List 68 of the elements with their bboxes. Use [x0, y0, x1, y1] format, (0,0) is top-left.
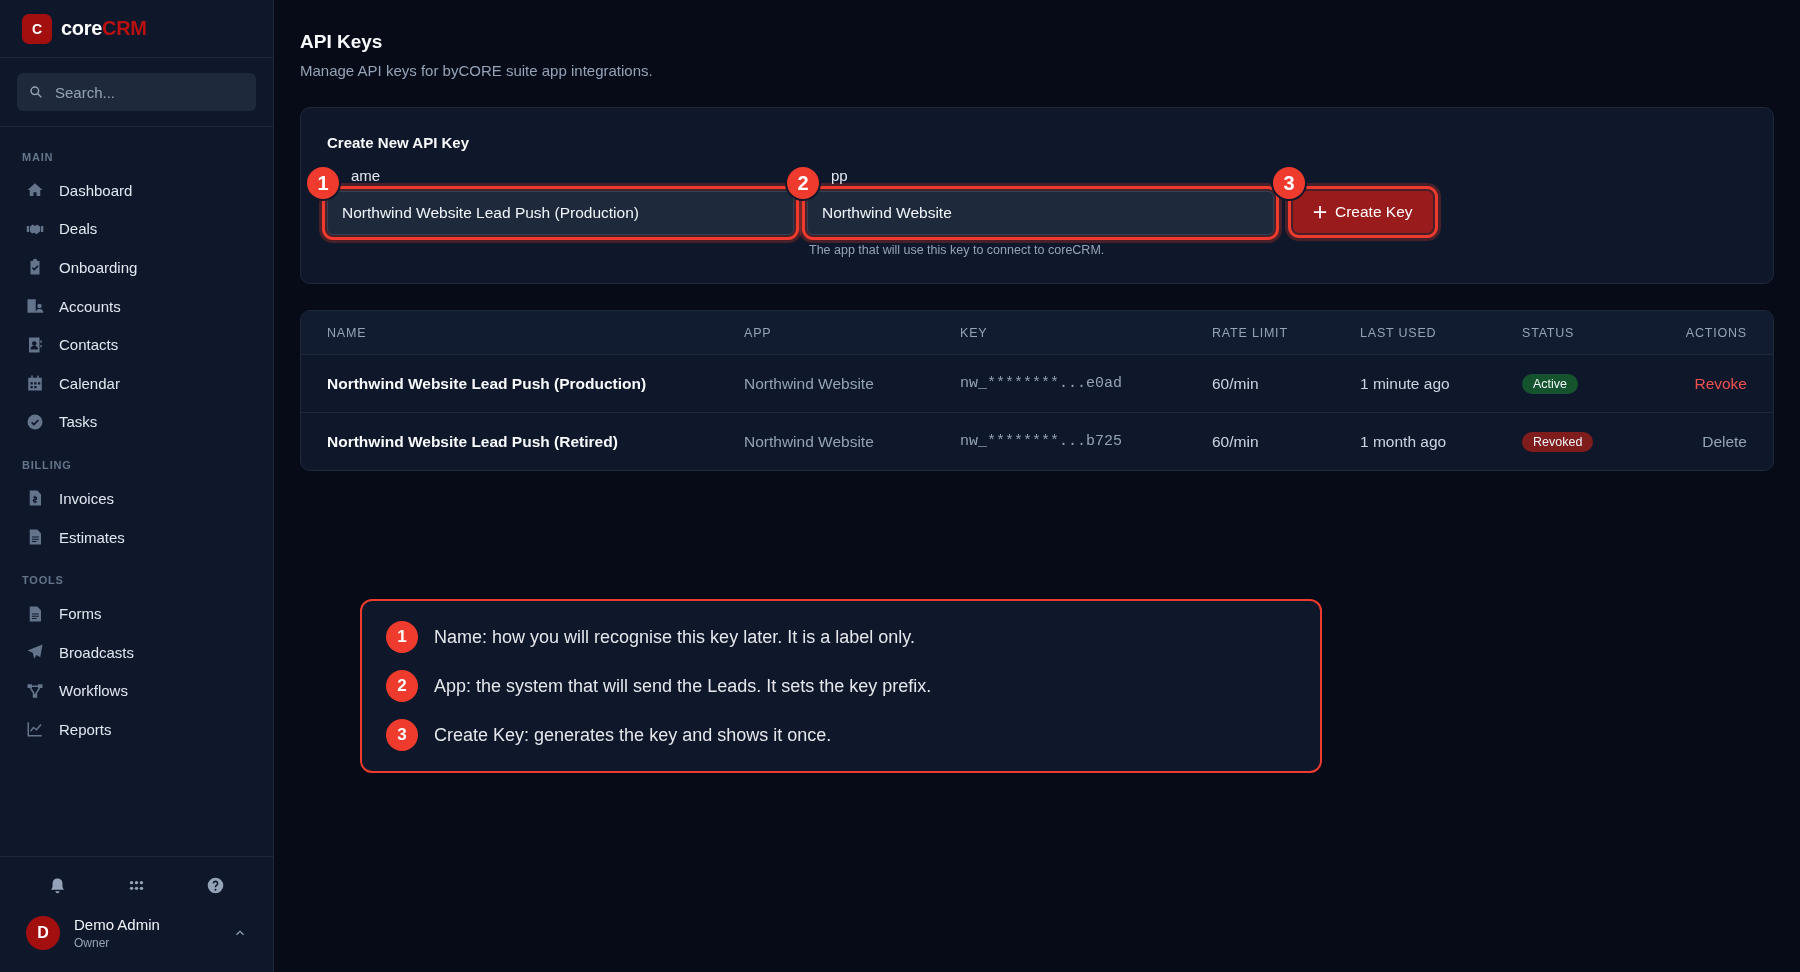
nav-item[interactable]: Invoices — [0, 479, 273, 518]
column-header: STATUS — [1522, 325, 1576, 340]
logo-wordmark: coreCRM — [61, 17, 147, 40]
step-marker: 2 — [386, 670, 418, 702]
logo-mark: C — [22, 13, 52, 44]
step-marker: 1 — [386, 621, 418, 653]
search-icon — [29, 85, 43, 99]
check-circle-icon — [26, 412, 44, 431]
user-name: Demo Admin — [74, 916, 161, 933]
table-cell-text: nw_********...e0ad — [960, 375, 1124, 392]
step-marker: 2 — [785, 165, 821, 201]
page-title: API Keys — [300, 31, 384, 53]
table-cell-text: 60/min — [1212, 432, 1260, 451]
table-cell-text: Northwind Website Lead Push (Retired) — [327, 432, 619, 451]
step-marker: 1 — [305, 165, 341, 201]
nav-item[interactable]: Broadcasts — [0, 632, 273, 672]
field-label: ame — [350, 167, 382, 186]
step-marker: 3 — [386, 719, 418, 751]
nav-item[interactable]: Estimates — [0, 517, 273, 557]
section-heading: MAIN — [21, 150, 55, 165]
user-role: Owner — [74, 936, 111, 950]
nav-item[interactable]: Calendar — [0, 363, 273, 403]
search-field[interactable]: Search... — [17, 73, 256, 111]
section-heading: TOOLS — [21, 573, 65, 589]
calendar-icon — [26, 374, 44, 393]
bell-icon[interactable] — [49, 877, 66, 894]
building-person-icon — [26, 297, 44, 316]
nav-item[interactable]: Accounts — [0, 286, 273, 326]
nav-item[interactable]: Dashboard — [0, 171, 273, 210]
table-cell-text: Northwind Website Lead Push (Production) — [327, 374, 648, 393]
step-description: Name: how you will recognise this key later. It is a label only. — [434, 626, 915, 648]
nav-item[interactable]: Reports — [0, 710, 273, 749]
column-header: RATE LIMIT — [1212, 325, 1289, 340]
nav-item[interactable]: Workflows — [0, 671, 273, 711]
nav-item[interactable]: Onboarding — [0, 248, 273, 287]
status-badge: Revoked — [1522, 431, 1594, 452]
page-subtitle: Manage API keys for byCORE suite app integrations. — [300, 62, 654, 79]
table-cell-text: Northwind Website — [744, 432, 875, 451]
action-link[interactable]: Delete — [1702, 432, 1747, 451]
user-avatar: D — [26, 916, 60, 950]
plus-icon — [1313, 205, 1327, 219]
nav-item[interactable]: Contacts — [0, 325, 273, 364]
step-description: App: the system that will send the Leads. It sets the key prefix. — [434, 675, 932, 697]
status-badge: Active — [1522, 373, 1579, 394]
nav-item[interactable]: Forms — [0, 594, 273, 633]
column-header: KEY — [960, 325, 989, 340]
nav-item[interactable]: Deals — [0, 209, 273, 249]
field-hint: The app that will use this key to connect to coreCRM. — [808, 243, 1106, 257]
step-description: Create Key: generates the key and shows it once. — [434, 724, 832, 746]
table-cell-text: 60/min — [1212, 374, 1260, 393]
column-header: ACTIONS — [1685, 325, 1747, 340]
field-label: pp — [830, 167, 849, 186]
workflow-icon — [26, 681, 44, 700]
help-icon[interactable] — [207, 877, 224, 894]
column-header: APP — [744, 325, 773, 340]
table-cell-text: 1 minute ago — [1360, 374, 1451, 393]
action-link[interactable]: Revoke — [1694, 374, 1747, 393]
table-cell-text: nw_********...b725 — [960, 433, 1124, 450]
table-cell-text: 1 month ago — [1360, 432, 1448, 451]
line-chart-icon — [26, 720, 44, 739]
card-title: Create New API Key — [327, 134, 470, 151]
nav-item[interactable]: Tasks — [0, 402, 273, 442]
contact-card-icon — [26, 335, 44, 354]
column-header: NAME — [327, 325, 368, 340]
column-header: LAST USED — [1360, 325, 1438, 340]
section-heading: BILLING — [21, 458, 73, 474]
step-marker: 3 — [1271, 165, 1307, 201]
table-cell-text: Northwind Website — [744, 374, 875, 393]
